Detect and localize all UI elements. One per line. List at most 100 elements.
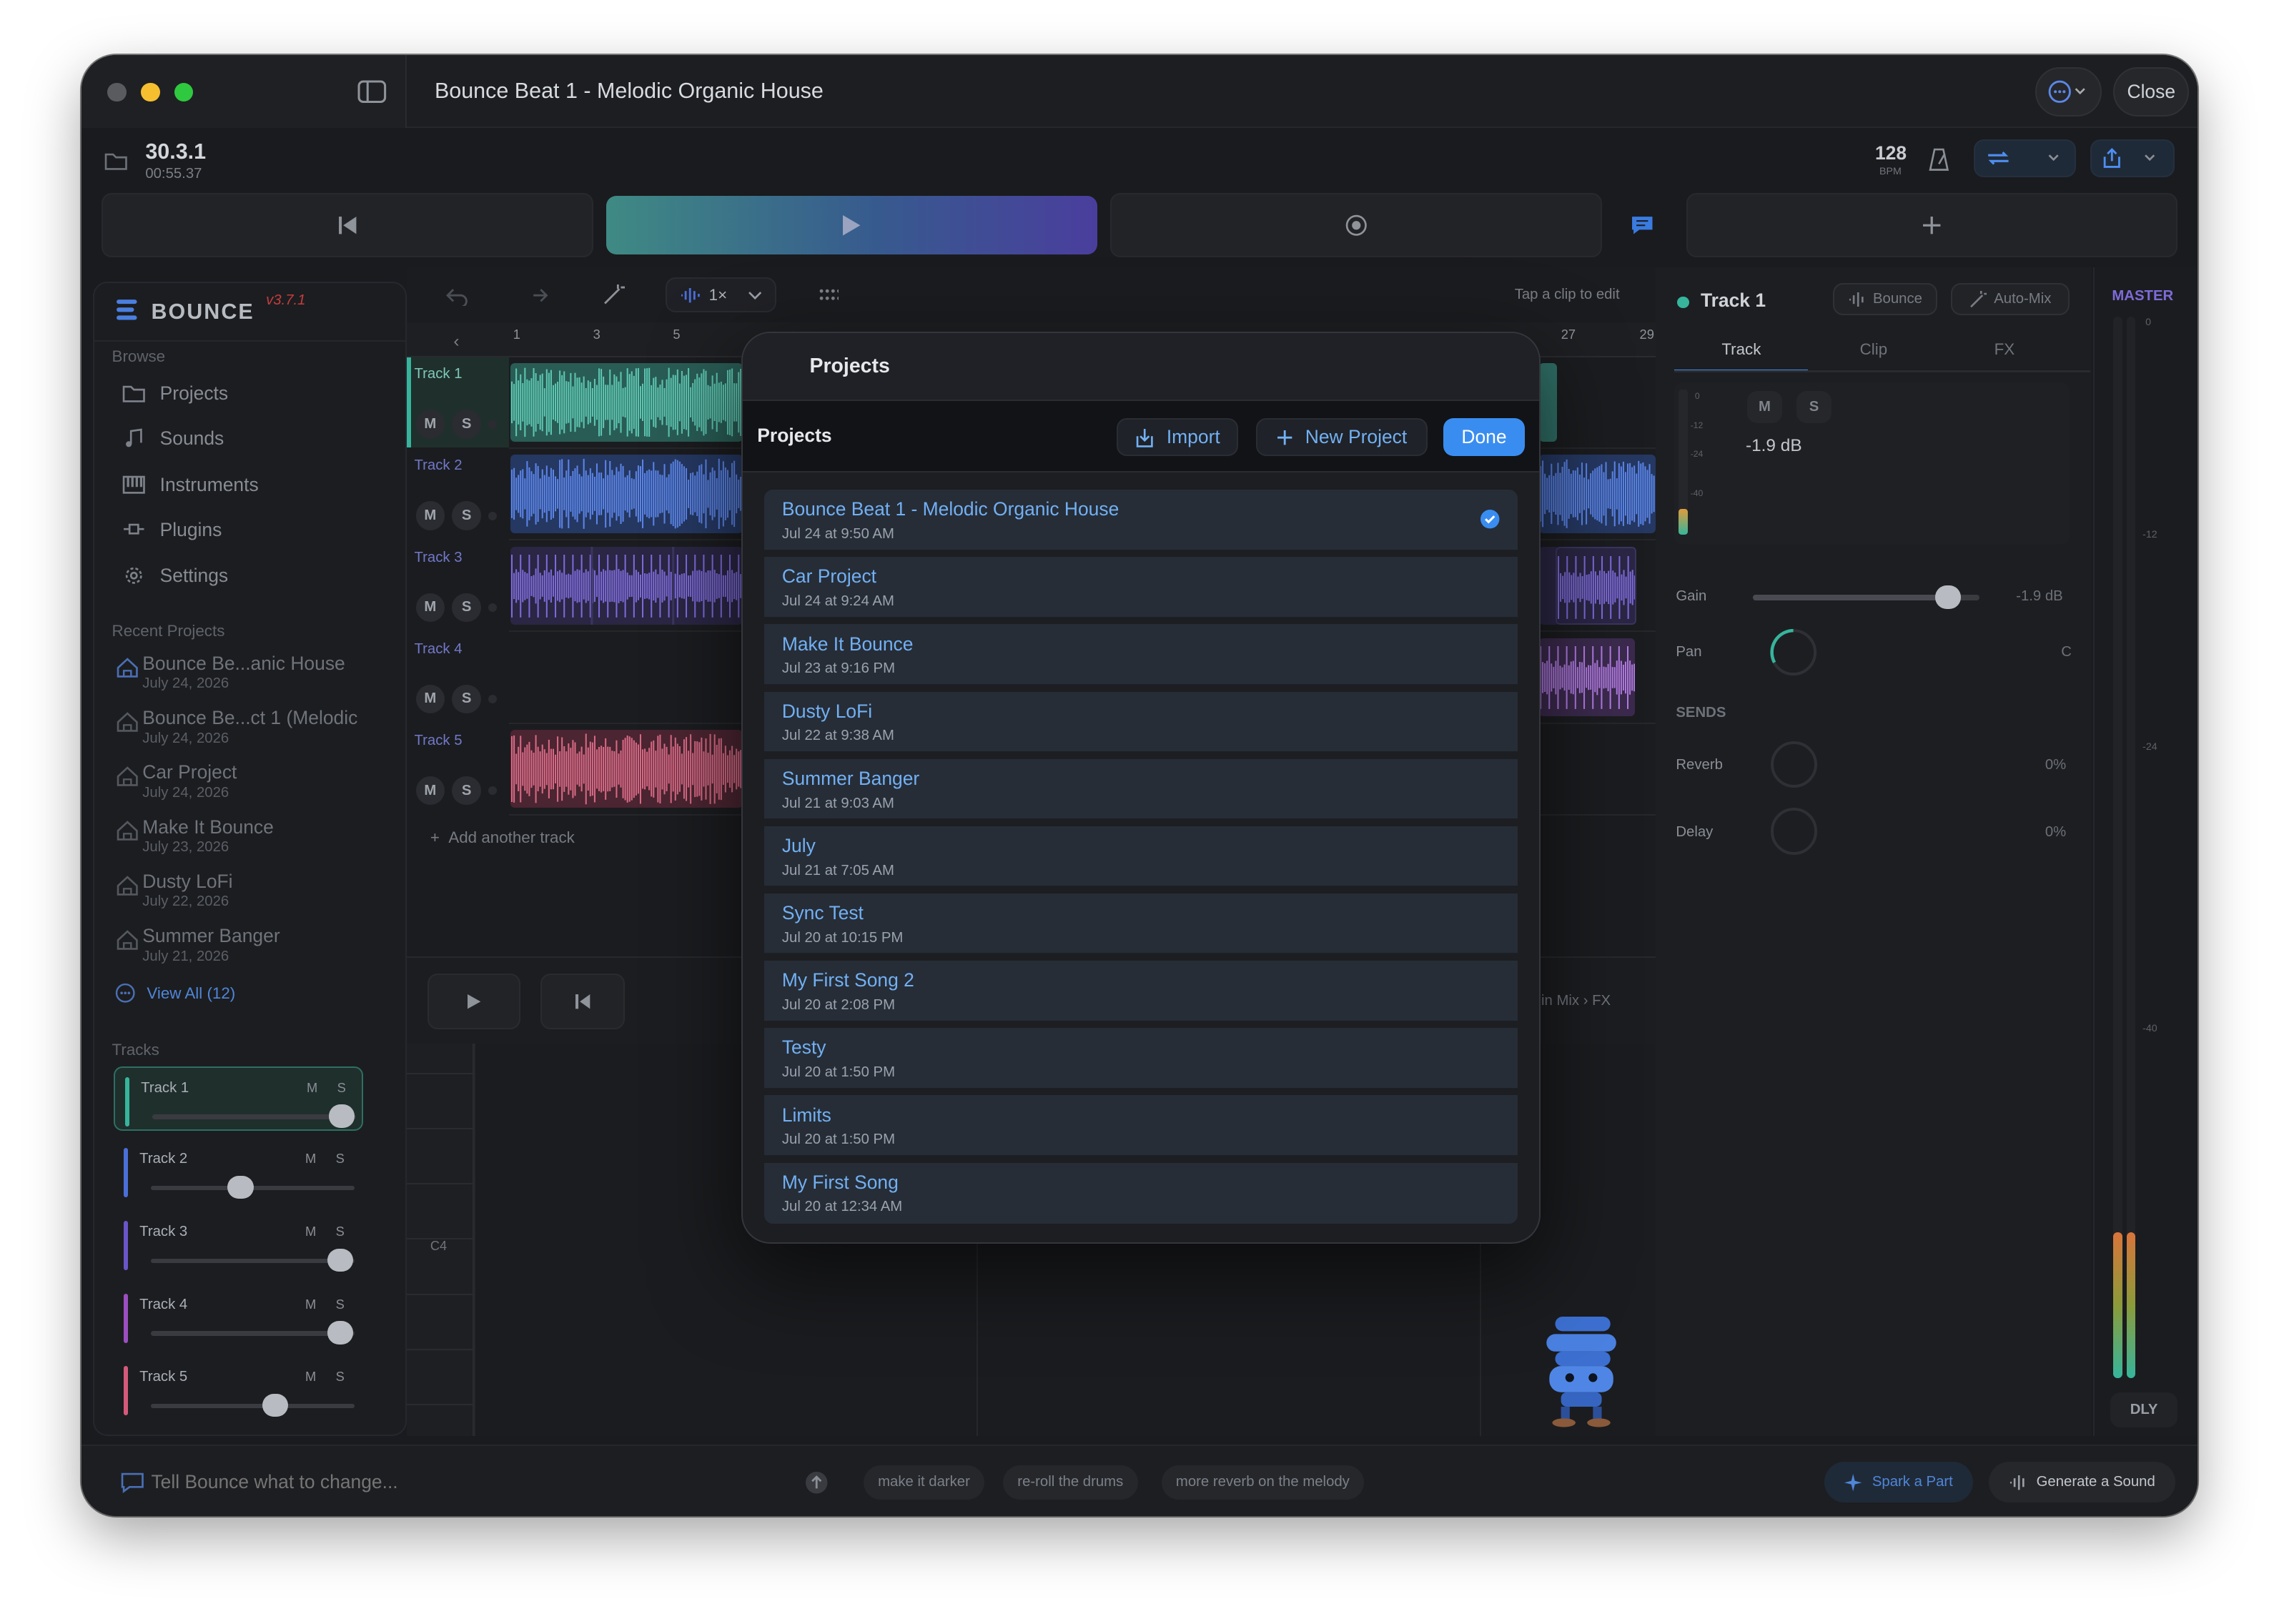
track-header-solo[interactable]: S xyxy=(452,684,481,714)
more-menu-button[interactable] xyxy=(2035,66,2102,117)
tab-track[interactable]: Track xyxy=(1674,335,1809,372)
window-close-light[interactable] xyxy=(107,82,127,102)
clip-track-5[interactable] xyxy=(510,729,743,808)
sidebar-toggle-icon[interactable] xyxy=(357,80,387,109)
clip-track-3-end-b[interactable] xyxy=(1555,546,1637,625)
recent-project-title[interactable]: Make It Bounce xyxy=(142,816,274,838)
recent-project-title[interactable]: Summer Banger xyxy=(142,925,280,947)
ruler-back-icon[interactable]: ‹ xyxy=(453,332,459,352)
track-solo-button[interactable]: S xyxy=(336,1224,345,1239)
track-volume-slider[interactable] xyxy=(151,1258,355,1263)
track-mute-button[interactable]: M xyxy=(305,1369,316,1385)
delay-knob[interactable] xyxy=(1770,808,1817,855)
project-row[interactable]: Bounce Beat 1 - Melodic Organic House Ju… xyxy=(764,490,1518,551)
nav-sounds[interactable]: Sounds xyxy=(122,427,224,450)
track-header-solo[interactable]: S xyxy=(452,501,481,531)
project-row[interactable]: Dusty LoFi Jul 22 at 9:38 AM xyxy=(764,691,1518,753)
track-header-mute[interactable]: M xyxy=(415,684,445,714)
clip-track-1[interactable] xyxy=(510,363,743,442)
project-row[interactable]: My First Song 2 Jul 20 at 2:08 PM xyxy=(764,961,1518,1022)
track-volume-slider[interactable] xyxy=(151,1331,355,1336)
project-row[interactable]: My First Song Jul 20 at 12:34 AM xyxy=(764,1162,1518,1224)
track-mute-button[interactable]: M xyxy=(305,1297,316,1312)
track-header-solo[interactable]: S xyxy=(452,410,481,440)
track-solo-button[interactable]: S xyxy=(336,1151,345,1167)
recent-project-title[interactable]: Bounce Be...anic House xyxy=(142,653,345,675)
inspector-mute-button[interactable]: M xyxy=(1747,390,1782,423)
tab-fx[interactable]: FX xyxy=(1939,335,2070,372)
track-volume-knob[interactable] xyxy=(327,1248,354,1272)
preview-rewind-button[interactable] xyxy=(540,974,626,1029)
chat-icon[interactable] xyxy=(1631,214,1654,243)
clip-track-1-end[interactable] xyxy=(1539,363,1557,442)
recent-project-title[interactable]: Dusty LoFi xyxy=(142,871,232,893)
track-volume-slider[interactable] xyxy=(151,1404,355,1409)
track-header-mute[interactable]: M xyxy=(415,410,445,440)
add-button[interactable] xyxy=(1686,193,2177,257)
track-header-mute[interactable]: M xyxy=(415,501,445,531)
loop-button[interactable] xyxy=(1974,139,2076,178)
reverb-knob[interactable] xyxy=(1770,741,1817,788)
project-row[interactable]: Car Project Jul 24 at 9:24 AM xyxy=(764,557,1518,618)
pan-knob[interactable] xyxy=(1767,626,1819,684)
track-mute-button[interactable]: M xyxy=(307,1080,317,1096)
clip-track-2-end[interactable] xyxy=(1539,455,1656,534)
project-row[interactable]: Testy Jul 20 at 1:50 PM xyxy=(764,1028,1518,1089)
window-minimize-light[interactable] xyxy=(141,82,160,102)
generate-sound-button[interactable]: Generate a Sound xyxy=(1988,1462,2176,1503)
track-volume-knob[interactable] xyxy=(227,1175,254,1199)
project-row[interactable]: Make It Bounce Jul 23 at 9:16 PM xyxy=(764,624,1518,685)
send-icon[interactable] xyxy=(805,1471,829,1500)
nav-plugins[interactable]: Plugins xyxy=(122,519,222,541)
bounce-button[interactable]: Bounce xyxy=(1832,283,1938,316)
view-all-link[interactable]: View All (12) xyxy=(147,984,235,1003)
close-button[interactable]: Close xyxy=(2113,66,2190,117)
track-solo-button[interactable]: S xyxy=(336,1297,345,1312)
nav-projects[interactable]: Projects xyxy=(122,382,228,405)
track-volume-knob[interactable] xyxy=(262,1393,289,1417)
track-header-solo[interactable]: S xyxy=(452,593,481,623)
prompt-input[interactable] xyxy=(151,1466,791,1499)
rewind-button[interactable] xyxy=(102,193,593,257)
export-button[interactable] xyxy=(2090,139,2175,178)
track-volume-knob[interactable] xyxy=(327,1321,354,1345)
nav-instruments[interactable]: Instruments xyxy=(122,474,259,496)
project-row[interactable]: Limits Jul 20 at 1:50 PM xyxy=(764,1095,1518,1157)
spark-part-button[interactable]: Spark a Part xyxy=(1824,1462,1974,1503)
sidebar-track-card[interactable]: Track 3 M S xyxy=(114,1212,364,1276)
done-button[interactable]: Done xyxy=(1443,418,1525,457)
track-mute-button[interactable]: M xyxy=(305,1224,316,1239)
redo-icon[interactable] xyxy=(525,285,548,312)
inspector-solo-button[interactable]: S xyxy=(1796,390,1831,423)
wand-icon[interactable] xyxy=(602,283,626,312)
preview-play-button[interactable] xyxy=(427,974,520,1029)
track-header-solo[interactable]: S xyxy=(452,776,481,806)
speed-selector[interactable]: 1× xyxy=(666,277,776,313)
sidebar-track-card[interactable]: Track 4 M S xyxy=(114,1284,364,1348)
track-volume-knob[interactable] xyxy=(328,1104,355,1128)
add-track-button[interactable]: + Add another track xyxy=(430,828,575,847)
suggestion-chip-1[interactable]: make it darker xyxy=(863,1465,985,1500)
project-row[interactable]: Summer Banger Jul 21 at 9:03 AM xyxy=(764,758,1518,821)
new-project-button[interactable]: New Project xyxy=(1255,418,1428,457)
undo-icon[interactable] xyxy=(446,285,470,312)
suggestion-chip-2[interactable]: re-roll the drums xyxy=(1002,1465,1138,1500)
tab-clip[interactable]: Clip xyxy=(1808,335,1939,372)
project-row[interactable]: Sync Test Jul 20 at 10:15 PM xyxy=(764,893,1518,955)
track-volume-slider[interactable] xyxy=(152,1114,357,1119)
bpm-value[interactable]: 128 xyxy=(1875,142,1907,164)
track-header-mute[interactable]: M xyxy=(415,593,445,623)
suggestion-chip-3[interactable]: more reverb on the melody xyxy=(1161,1465,1365,1500)
record-button[interactable] xyxy=(1110,193,1602,257)
grid-icon[interactable] xyxy=(819,285,841,312)
clip-track-4-end[interactable] xyxy=(1539,638,1636,717)
track-mute-button[interactable]: M xyxy=(305,1151,316,1167)
metronome-icon[interactable] xyxy=(1927,148,1951,177)
project-row[interactable]: July Jul 21 at 7:05 AM xyxy=(764,826,1518,888)
dly-button[interactable]: DLY xyxy=(2110,1392,2177,1427)
recent-project-title[interactable]: Bounce Be...ct 1 (Melodic xyxy=(142,707,357,729)
sidebar-track-card[interactable]: Track 2 M S xyxy=(114,1139,364,1203)
sidebar-track-card[interactable]: Track 5 M S xyxy=(114,1357,364,1421)
sidebar-track-card[interactable]: Track 1 M S xyxy=(113,1066,364,1131)
nav-settings[interactable]: Settings xyxy=(122,564,228,588)
